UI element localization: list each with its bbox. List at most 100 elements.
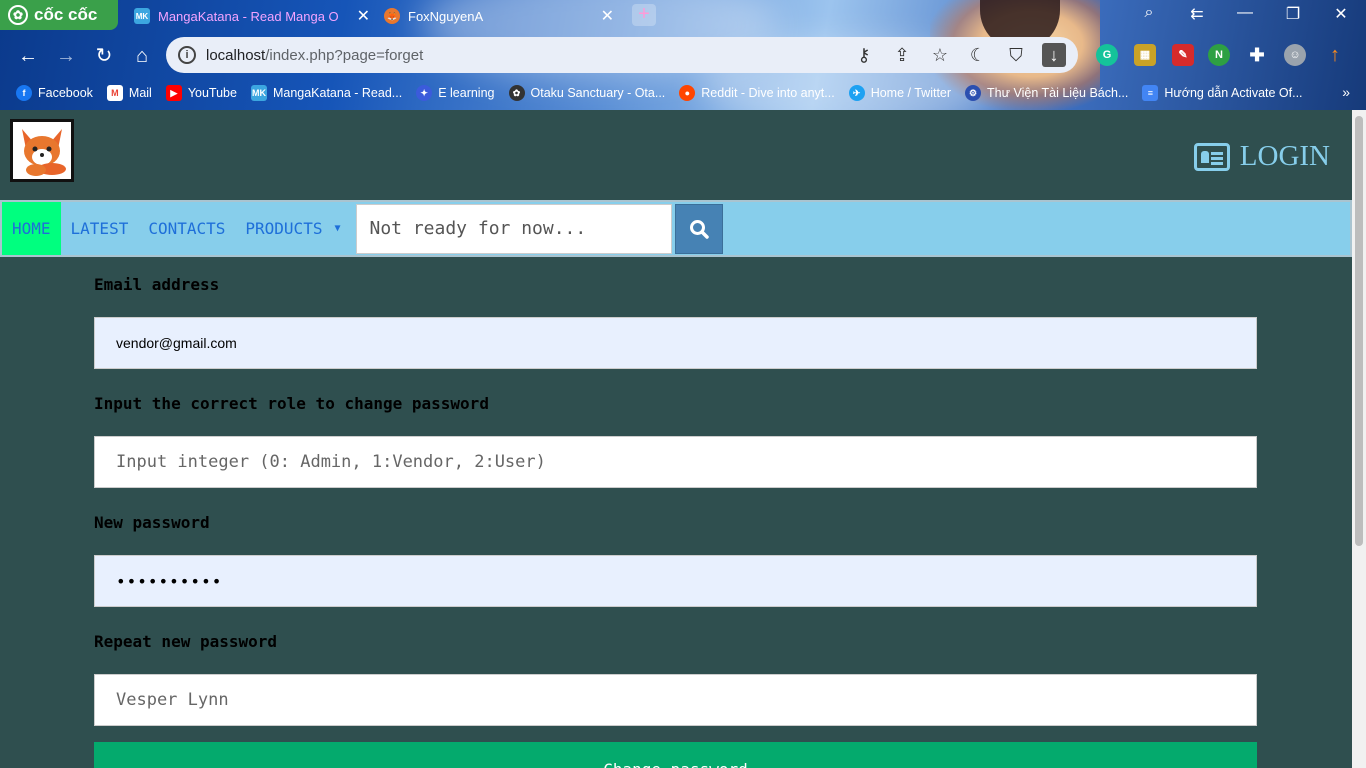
- toolbar: ← → ↻ ⌂ i localhost/index.php?page=forge…: [0, 36, 1366, 76]
- download-icon[interactable]: ↓: [1042, 43, 1066, 67]
- close-tab-icon[interactable]: ✕: [357, 6, 370, 26]
- brand-name: cốc cốc: [34, 5, 98, 24]
- search-input[interactable]: Not ready for now...: [356, 203, 673, 254]
- tab-mangakatana[interactable]: MK MangaKatana - Read Manga O ✕: [134, 2, 374, 30]
- email-label: Email address: [94, 275, 220, 294]
- reddit-icon: ●: [679, 85, 696, 101]
- page-scrollbar[interactable]: [1352, 110, 1366, 768]
- repeat-password-label: Repeat new password: [94, 632, 278, 651]
- address-bar[interactable]: i localhost/index.php?page=forget ⚷ ⇪ ☆ …: [166, 37, 1078, 73]
- home-icon[interactable]: ⌂: [130, 44, 154, 68]
- more-bookmarks-icon[interactable]: »: [1342, 84, 1350, 100]
- address-bar-actions: ⚷ ⇪ ☆ ☾ ⛉ ↓: [852, 43, 1066, 67]
- bookmark-facebook[interactable]: f Facebook: [16, 85, 93, 101]
- fox-favicon-icon: 🦊: [384, 8, 400, 24]
- close-tab-icon[interactable]: ✕: [601, 6, 614, 26]
- site-info-icon[interactable]: i: [178, 46, 196, 64]
- fox-logo-icon: [22, 128, 66, 176]
- change-password-button[interactable]: Change password: [94, 742, 1257, 768]
- tab-title: MangaKatana - Read Manga O: [158, 8, 339, 24]
- forward-icon[interactable]: →: [54, 44, 78, 68]
- facebook-icon: f: [16, 85, 32, 101]
- grammarly-extension-icon[interactable]: G: [1096, 44, 1118, 66]
- email-field[interactable]: vendor@gmail.com: [94, 317, 1257, 369]
- scrollbar-thumb[interactable]: [1355, 116, 1363, 546]
- bookmark-mangakatana[interactable]: MK MangaKatana - Read...: [250, 85, 403, 101]
- extension-icon[interactable]: ✎: [1172, 44, 1194, 66]
- profile-avatar[interactable]: ☺: [1284, 44, 1306, 66]
- forgot-password-form: Email address vendor@gmail.com Input the…: [94, 270, 1257, 768]
- nav-latest[interactable]: LATEST: [61, 202, 139, 255]
- back-icon[interactable]: ←: [16, 44, 40, 68]
- tab-foxnguyena[interactable]: 🦊 FoxNguyenA ✕: [384, 2, 624, 30]
- otaku-icon: ✿: [508, 85, 525, 101]
- nav-products-label: PRODUCTS: [245, 219, 323, 238]
- update-arrow-icon[interactable]: ↑: [1324, 44, 1346, 66]
- new-tab-button[interactable]: +: [632, 4, 656, 26]
- url-path: /index.php?page=forget: [265, 46, 424, 64]
- login-label: LOGIN: [1239, 140, 1330, 172]
- library-icon: ⚙: [965, 85, 982, 101]
- bookmark-star-icon[interactable]: ☆: [928, 43, 952, 67]
- bookmarks-bar: f Facebook M Mail ▶ YouTube MK MangaKatana -…: [0, 80, 1366, 106]
- youtube-icon: ▶: [165, 85, 182, 101]
- mangakatana-icon: MK: [250, 85, 267, 101]
- mangakatana-favicon-icon: MK: [134, 8, 150, 24]
- bookmark-label: E learning: [438, 86, 495, 100]
- twitter-icon: ✈: [848, 85, 865, 101]
- extensions-puzzle-icon[interactable]: ✚: [1246, 44, 1268, 66]
- tab-title: FoxNguyenA: [408, 8, 484, 24]
- bookmark-library[interactable]: ⚙ Thư Viện Tài Liệu Bách...: [965, 85, 1128, 101]
- nav-home[interactable]: HOME: [2, 202, 61, 255]
- coccoc-logo-icon: ✿: [8, 5, 28, 25]
- maximize-button[interactable]: ❐: [1278, 4, 1308, 24]
- doc-icon: ≡: [1142, 85, 1159, 101]
- extension-icon[interactable]: ▦: [1134, 44, 1156, 66]
- bookmark-youtube[interactable]: ▶ YouTube: [165, 85, 237, 101]
- id-card-icon: [1193, 142, 1230, 171]
- reload-icon[interactable]: ↻: [92, 44, 116, 68]
- new-password-label: New password: [94, 513, 210, 532]
- gmail-icon: M: [106, 85, 123, 101]
- bookmark-otaku[interactable]: ✿ Otaku Sanctuary - Ota...: [508, 85, 666, 101]
- bookmark-activate-office[interactable]: ≡ Hướng dẫn Activate Of...: [1142, 85, 1303, 101]
- password-key-icon[interactable]: ⚷: [852, 43, 876, 67]
- tab-search-icon[interactable]: ⌕: [1134, 4, 1164, 22]
- site-logo[interactable]: [10, 119, 74, 182]
- nav-contacts[interactable]: CONTACTS: [138, 202, 235, 255]
- bookmark-label: Hướng dẫn Activate Of...: [1164, 86, 1303, 100]
- bookmark-mail[interactable]: M Mail: [106, 85, 152, 101]
- close-window-button[interactable]: ✕: [1326, 4, 1356, 24]
- search-button[interactable]: [675, 203, 724, 254]
- bookmark-label: YouTube: [187, 86, 237, 100]
- bookmark-label: Thư Viện Tài Liệu Bách...: [987, 86, 1129, 100]
- coccoc-menu-button[interactable]: ✿ cốc cốc: [0, 0, 118, 30]
- search-icon: [690, 219, 710, 239]
- tab-strip: ✿ cốc cốc MK MangaKatana - Read Manga O …: [0, 0, 1366, 32]
- browser-chrome: ✿ cốc cốc MK MangaKatana - Read Manga O …: [0, 0, 1366, 110]
- nav-products-dropdown[interactable]: PRODUCTS ▼: [235, 202, 350, 255]
- bookmark-twitter[interactable]: ✈ Home / Twitter: [848, 85, 952, 101]
- bookmark-elearning[interactable]: ✦ E learning: [416, 85, 495, 101]
- bookmark-label: Otaku Sanctuary - Ota...: [530, 86, 666, 100]
- main-navbar: HOME LATEST CONTACTS PRODUCTS ▼ Not read…: [0, 200, 1352, 257]
- login-link[interactable]: LOGIN: [1193, 140, 1330, 173]
- bookmark-label: Mail: [128, 86, 152, 100]
- dark-mode-icon[interactable]: ☾: [966, 43, 990, 67]
- restore-tabs-icon[interactable]: ⇇: [1182, 4, 1212, 24]
- bookmark-label: Reddit - Dive into anyt...: [701, 86, 835, 100]
- share-icon[interactable]: ⇪: [890, 43, 914, 67]
- web-page: LOGIN HOME LATEST CONTACTS PRODUCTS ▼ No…: [0, 110, 1352, 768]
- new-password-field[interactable]: ••••••••••: [94, 555, 1257, 607]
- bookmark-label: MangaKatana - Read...: [272, 86, 403, 100]
- elearning-icon: ✦: [416, 85, 433, 101]
- extension-n-icon[interactable]: N: [1208, 44, 1230, 66]
- shield-icon[interactable]: ⛉: [1004, 43, 1028, 67]
- minimize-button[interactable]: —: [1230, 4, 1260, 22]
- repeat-password-field[interactable]: Vesper Lynn: [94, 674, 1257, 726]
- bookmark-label: Facebook: [38, 86, 93, 100]
- role-field[interactable]: Input integer (0: Admin, 1:Vendor, 2:Use…: [94, 436, 1257, 488]
- bookmark-reddit[interactable]: ● Reddit - Dive into anyt...: [679, 85, 835, 101]
- bookmark-label: Home / Twitter: [870, 86, 952, 100]
- caret-down-icon: ▼: [334, 223, 341, 234]
